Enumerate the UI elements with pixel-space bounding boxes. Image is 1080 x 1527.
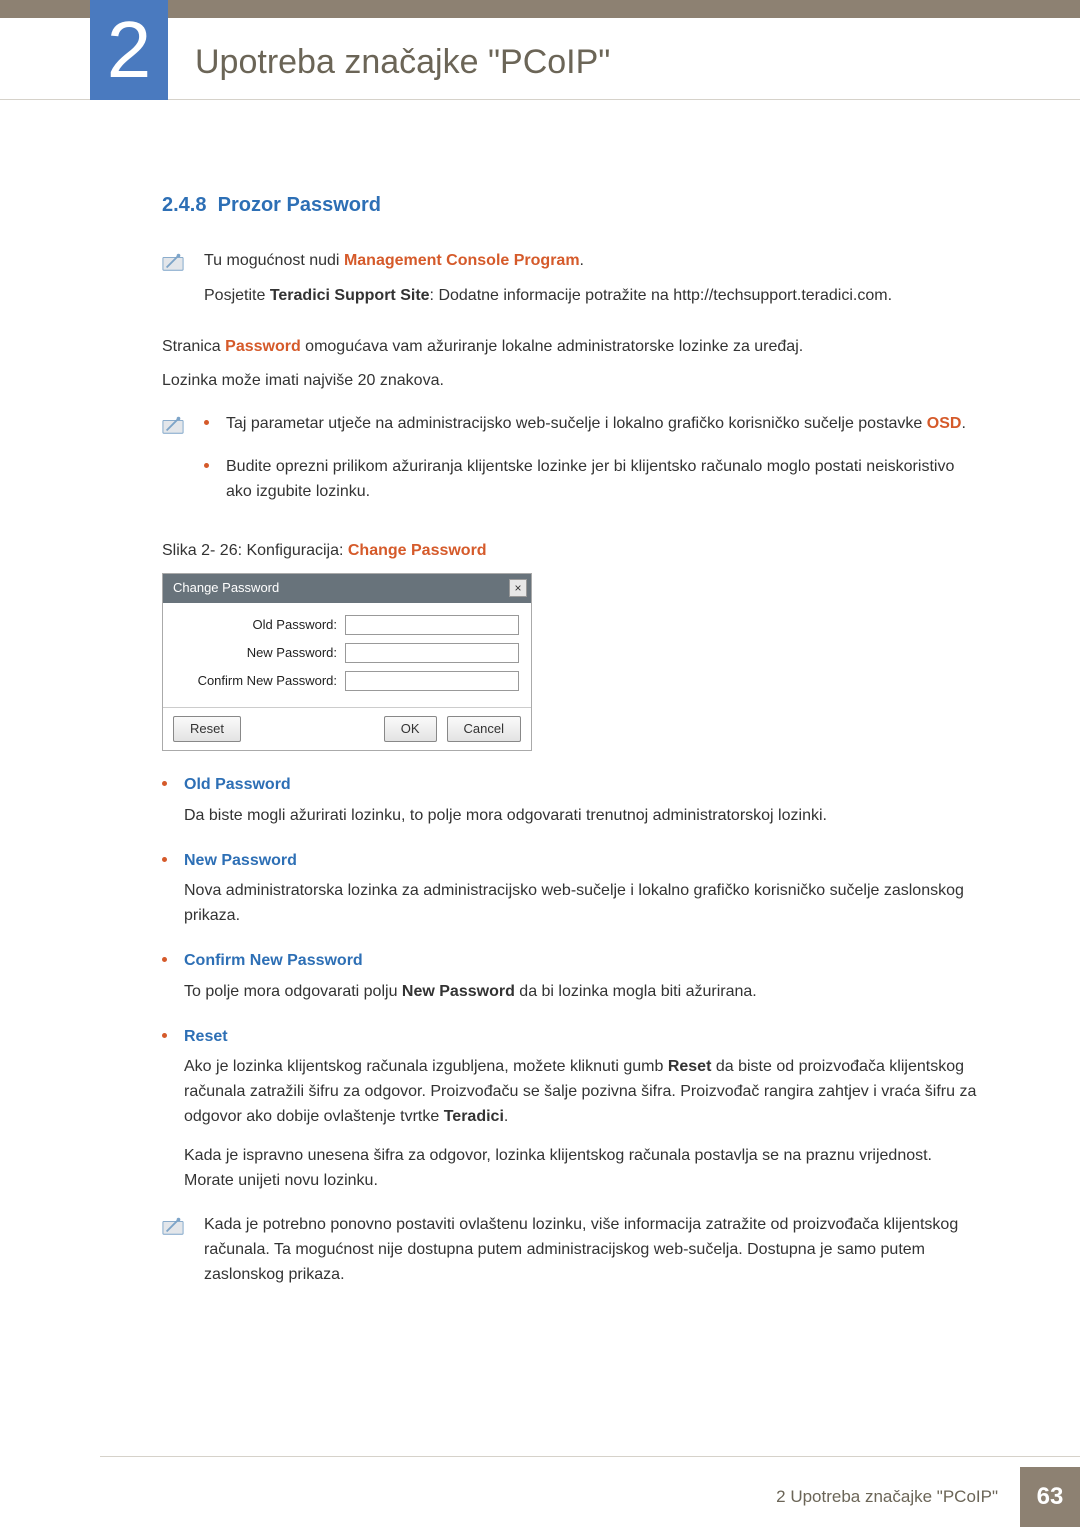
content: 2.4.8 Prozor Password Tu mogućnost nudi … [0, 100, 1080, 1288]
field-old: Old Password Da biste mogli ažurirati lo… [162, 773, 980, 829]
note-icon [162, 1215, 184, 1237]
final-note-text: Kada je potrebno ponovno postaviti ovlaš… [204, 1213, 980, 1287]
confirm-password-input[interactable] [345, 671, 519, 691]
field-confirm: Confirm New Password To polje mora odgov… [162, 949, 980, 1005]
section-heading: 2.4.8 Prozor Password [162, 190, 980, 221]
label-confirm-password: Confirm New Password: [175, 671, 345, 691]
warn-bullet-1: Taj parametar utječe na administracijsko… [204, 412, 980, 437]
new-password-input[interactable] [345, 643, 519, 663]
note-warning: Taj parametar utječe na administracijsko… [162, 412, 980, 522]
note-icon [162, 251, 184, 273]
body-1: Stranica Password omogućava vam ažuriran… [162, 335, 980, 360]
reset-button[interactable]: Reset [173, 716, 241, 742]
note-line2: Posjetite Teradici Support Site: Dodatne… [204, 284, 980, 309]
dialog-titlebar: Change Password × [163, 574, 531, 602]
close-icon[interactable]: × [509, 579, 527, 597]
page-number: 63 [1020, 1467, 1080, 1527]
chapter-number: 2 [107, 10, 152, 90]
old-password-input[interactable] [345, 615, 519, 635]
cancel-button[interactable]: Cancel [447, 716, 521, 742]
footer-divider [100, 1456, 1080, 1457]
body-2: Lozinka može imati najviše 20 znakova. [162, 369, 980, 394]
warn-bullet-2: Budite oprezni prilikom ažuriranja klije… [204, 455, 980, 505]
note-final: Kada je potrebno ponovno postaviti ovlaš… [162, 1213, 980, 1287]
note-line1: Tu mogućnost nudi Management Console Pro… [204, 249, 980, 274]
field-new: New Password Nova administratorska lozin… [162, 849, 980, 929]
label-new-password: New Password: [175, 643, 345, 663]
page-header: 2 Upotreba značajke "PCoIP" [0, 18, 1080, 100]
note-icon [162, 414, 184, 436]
field-reset: Reset Ako je lozinka klijentskog računal… [162, 1025, 980, 1194]
ok-button[interactable]: OK [384, 716, 437, 742]
note-intro: Tu mogućnost nudi Management Console Pro… [162, 249, 980, 319]
dialog-title: Change Password [173, 578, 279, 598]
figure-caption: Slika 2- 26: Konfiguracija: Change Passw… [162, 539, 980, 564]
chapter-badge: 2 [90, 0, 168, 100]
section-title: Prozor Password [218, 194, 381, 216]
section-number: 2.4.8 [162, 194, 206, 216]
change-password-dialog: Change Password × Old Password: New Pass… [162, 573, 532, 751]
chapter-title: Upotreba značajke "PCoIP" [195, 43, 610, 82]
footer-label: 2 Upotreba značajke "PCoIP" [754, 1467, 1020, 1527]
label-old-password: Old Password: [175, 615, 345, 635]
footer: 2 Upotreba značajke "PCoIP" 63 [754, 1467, 1080, 1527]
